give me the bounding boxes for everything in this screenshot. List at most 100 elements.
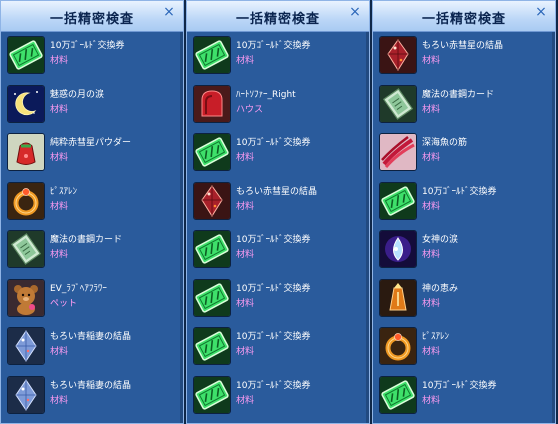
card-icon	[7, 230, 45, 268]
scrollbar[interactable]	[552, 32, 555, 423]
scrollbar[interactable]	[366, 32, 369, 423]
item-name: ﾋﾟｽｱﾚﾝ	[422, 332, 450, 342]
item-type: ハウス	[236, 104, 264, 115]
item-name: 神の恵み	[422, 283, 459, 294]
item-type: 材料	[422, 347, 441, 357]
inspection-panel-1: 一括精密検査 × 10万ｺﾞｰﾙﾄﾞ交換券 材料 魅惑の月の涙 材料 純粋赤彗星パウダー…	[0, 0, 184, 424]
list-item[interactable]: 10万ｺﾞｰﾙﾄﾞ交換券 材料	[187, 32, 369, 81]
red-crystal-icon	[379, 36, 417, 74]
red-crystal-icon	[193, 181, 231, 220]
powder-bag-icon	[7, 133, 45, 171]
item-type: 材料	[422, 56, 441, 66]
gold-ticket-icon	[7, 36, 45, 74]
item-name: 10万ｺﾞｰﾙﾄﾞ交換券	[236, 380, 311, 391]
list-item[interactable]: もろい青稲妻の結晶 材料	[1, 323, 183, 372]
item-name: 女神の涙	[422, 235, 459, 245]
item-name: EV_ﾗﾌﾞﾍｱﾌﾗﾜｰ	[50, 283, 107, 294]
item-list: もろい赤彗星の結晶 材料 魔法の書鋼カード 材料 深海魚の筋 材料 10万ｺﾞｰﾙﾄﾞ交換券…	[373, 32, 555, 420]
close-icon[interactable]: ×	[162, 5, 176, 19]
list-item[interactable]: 深海魚の筋 材料	[373, 129, 555, 178]
list-item[interactable]: 10万ｺﾞｰﾙﾄﾞ交換券 材料	[373, 178, 555, 227]
item-name: ﾊｰﾄｿﾌｧｰ_Right	[236, 89, 296, 100]
moon-icon	[7, 84, 45, 123]
list-item[interactable]: 神の恵み 材料	[373, 275, 555, 324]
item-type: 材料	[50, 56, 69, 66]
scrollbar[interactable]	[180, 32, 183, 423]
list-item[interactable]: 10万ｺﾞｰﾙﾄﾞ交換券 材料	[187, 372, 369, 421]
panel-title: 一括精密検査	[235, 12, 320, 27]
item-type: 材料	[236, 298, 255, 309]
item-name: 純粋赤彗星パウダー	[50, 138, 132, 148]
list-item[interactable]: 10万ｺﾞｰﾙﾄﾞ交換券 材料	[1, 32, 183, 81]
item-name: 魅惑の月の涙	[50, 89, 105, 100]
list-item[interactable]: 10万ｺﾞｰﾙﾄﾞ交換券 材料	[187, 275, 369, 324]
gold-ticket-icon	[379, 181, 417, 220]
item-name: 10万ｺﾞｰﾙﾄﾞ交換券	[422, 380, 497, 391]
item-type: 材料	[50, 201, 69, 212]
ring-icon	[379, 327, 417, 365]
list-item[interactable]: 10万ｺﾞｰﾙﾄﾞ交換券 材料	[187, 129, 369, 178]
blue-crystal-icon	[7, 375, 45, 414]
item-type: 材料	[236, 347, 255, 357]
item-name: 10万ｺﾞｰﾙﾄﾞ交換券	[236, 283, 311, 294]
list-item[interactable]: ﾊｰﾄｿﾌｧｰ_Right ハウス	[187, 81, 369, 130]
list-item[interactable]: もろい赤彗星の結晶 材料	[373, 32, 555, 81]
item-name: 10万ｺﾞｰﾙﾄﾞ交換券	[236, 332, 311, 342]
inspection-panel-2: 一括精密検査 × 10万ｺﾞｰﾙﾄﾞ交換券 材料 ﾊｰﾄｿﾌｧｰ_Right ハウス 1…	[186, 0, 370, 424]
item-type: 材料	[50, 347, 69, 357]
list-item[interactable]: ﾋﾟｽｱﾚﾝ 材料	[373, 323, 555, 372]
item-type: 材料	[236, 395, 255, 406]
gold-ticket-icon	[379, 375, 417, 414]
item-name: 魔法の書鋼カード	[422, 89, 495, 100]
item-name: 10万ｺﾞｰﾙﾄﾞ交換券	[236, 235, 311, 245]
gold-ticket-icon	[193, 278, 231, 317]
card-icon	[379, 84, 417, 123]
close-icon[interactable]: ×	[534, 5, 548, 19]
panel-header: 一括精密検査 ×	[1, 1, 183, 32]
item-name: 10万ｺﾞｰﾙﾄﾞ交換券	[236, 138, 311, 148]
item-type: 材料	[422, 395, 441, 406]
item-name: 10万ｺﾞｰﾙﾄﾞ交換券	[422, 186, 497, 197]
gold-ticket-icon	[193, 327, 231, 365]
item-name: 10万ｺﾞｰﾙﾄﾞ交換券	[50, 41, 125, 51]
list-item[interactable]: 魅惑の月の涙 材料	[1, 81, 183, 130]
item-type: 材料	[236, 250, 255, 260]
gold-ticket-icon	[193, 375, 231, 414]
close-icon[interactable]: ×	[348, 5, 362, 19]
list-item[interactable]: 10万ｺﾞｰﾙﾄﾞ交換券 材料	[187, 226, 369, 275]
list-item[interactable]: もろい赤彗星の結晶 材料	[187, 178, 369, 227]
list-item[interactable]: 女神の涙 材料	[373, 226, 555, 275]
goddess-tear-icon	[379, 230, 417, 268]
blue-crystal-icon	[7, 327, 45, 365]
ring-icon	[7, 181, 45, 220]
item-type: 材料	[50, 104, 69, 115]
bear-icon	[7, 278, 45, 317]
item-name: 10万ｺﾞｰﾙﾄﾞ交換券	[236, 41, 311, 51]
item-type: 材料	[422, 104, 441, 115]
item-name: 深海魚の筋	[422, 138, 468, 148]
item-type: 材料	[236, 201, 255, 212]
item-name: もろい青稲妻の結晶	[50, 332, 132, 342]
panel-header: 一括精密検査 ×	[373, 1, 555, 32]
list-item[interactable]: 魔法の書鋼カード 材料	[373, 81, 555, 130]
fish-muscle-icon	[379, 133, 417, 171]
list-item[interactable]: EV_ﾗﾌﾞﾍｱﾌﾗﾜｰ ペット	[1, 275, 183, 324]
blessing-icon	[379, 278, 417, 317]
item-type: 材料	[422, 298, 441, 309]
list-item[interactable]: 純粋赤彗星パウダー 材料	[1, 129, 183, 178]
list-item[interactable]: 10万ｺﾞｰﾙﾄﾞ交換券 材料	[373, 372, 555, 421]
item-list: 10万ｺﾞｰﾙﾄﾞ交換券 材料 ﾊｰﾄｿﾌｧｰ_Right ハウス 10万ｺﾞｰﾙﾄﾞ交…	[187, 32, 369, 420]
item-name: もろい赤彗星の結晶	[236, 186, 318, 197]
item-name: もろい青稲妻の結晶	[50, 380, 132, 391]
item-type: 材料	[236, 153, 255, 163]
list-item[interactable]: 10万ｺﾞｰﾙﾄﾞ交換券 材料	[187, 323, 369, 372]
gold-ticket-icon	[193, 230, 231, 268]
list-item[interactable]: もろい青稲妻の結晶 材料	[1, 372, 183, 421]
item-name: もろい赤彗星の結晶	[422, 41, 504, 51]
panel-title: 一括精密検査	[49, 12, 134, 27]
list-item[interactable]: ﾋﾟｽｱﾚﾝ 材料	[1, 178, 183, 227]
gold-ticket-icon	[193, 133, 231, 171]
item-list: 10万ｺﾞｰﾙﾄﾞ交換券 材料 魅惑の月の涙 材料 純粋赤彗星パウダー 材料 ﾋﾟｽｱﾚﾝ材…	[1, 32, 183, 420]
list-item[interactable]: 魔法の書鋼カード 材料	[1, 226, 183, 275]
item-type: 材料	[50, 250, 69, 260]
